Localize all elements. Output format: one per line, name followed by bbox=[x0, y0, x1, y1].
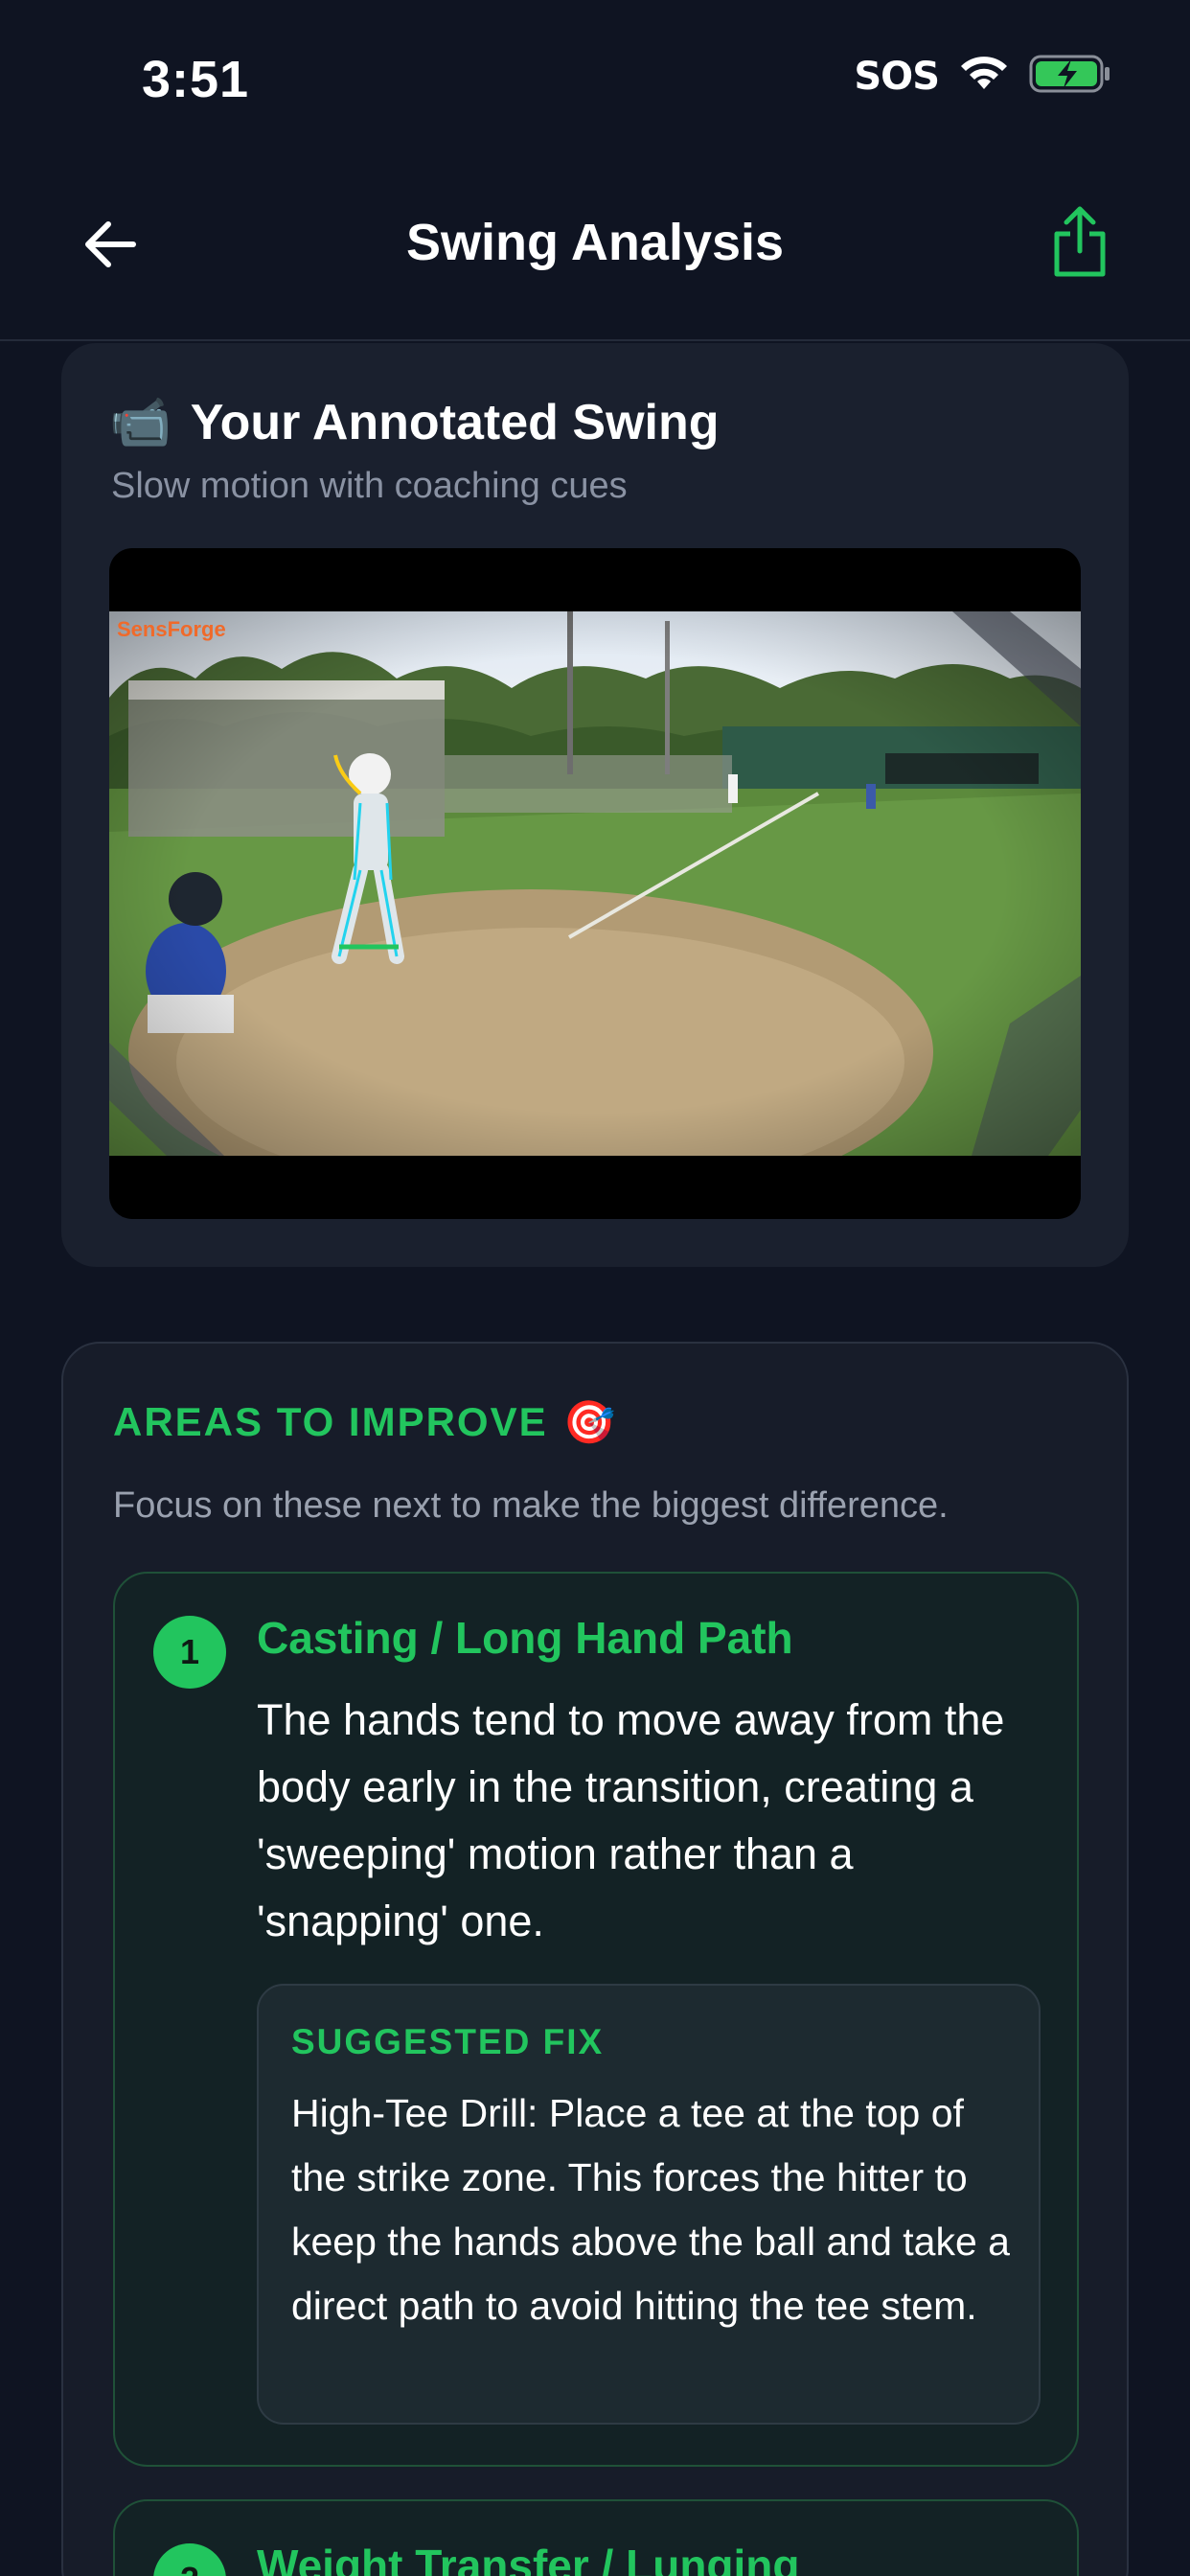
improvement-description: The hands tend to move away from the bod… bbox=[257, 1695, 1005, 1945]
improvement-number-badge: 1 bbox=[153, 1616, 226, 1689]
annotated-swing-header: 📹 Your Annotated Swing bbox=[109, 393, 720, 451]
areas-to-improve-subtitle: Focus on these next to make the biggest … bbox=[113, 1485, 949, 1526]
annotated-swing-card: 📹 Your Annotated Swing Slow motion with … bbox=[61, 343, 1129, 1267]
video-watermark: SensForge bbox=[117, 617, 226, 641]
page-title: Swing Analysis bbox=[405, 214, 785, 271]
areas-to-improve-card: AREAS TO IMPROVE 🎯 Focus on these next t… bbox=[61, 1342, 1129, 2576]
areas-to-improve-header: AREAS TO IMPROVE 🎯 bbox=[113, 1397, 615, 1447]
swing-video-player[interactable]: SensForge bbox=[109, 548, 1081, 1219]
status-indicators: SOS bbox=[854, 54, 1111, 99]
annotated-swing-title: Your Annotated Swing bbox=[190, 394, 720, 450]
improvement-item: 1 Casting / Long Hand Path The hands ten… bbox=[113, 1572, 1079, 2467]
share-icon bbox=[1054, 206, 1106, 277]
target-icon: 🎯 bbox=[562, 1398, 616, 1447]
suggested-fix-text: High-Tee Drill: Place a tee at the top o… bbox=[291, 2091, 1010, 2328]
swing-video-frame bbox=[109, 611, 1081, 1156]
suggested-fix-label: SUGGESTED FIX bbox=[291, 2022, 605, 2061]
improvement-title: Casting / Long Hand Path bbox=[257, 1613, 793, 1663]
improvement-title: Weight Transfer / Lunging bbox=[257, 2541, 800, 2576]
status-time: 3:51 bbox=[142, 51, 250, 108]
status-bar: 3:51 SOS bbox=[0, 0, 1190, 153]
areas-to-improve-title: AREAS TO IMPROVE bbox=[113, 1399, 548, 1444]
nav-bar: Swing Analysis bbox=[0, 153, 1190, 341]
battery-charging-icon bbox=[1029, 54, 1111, 99]
sos-indicator: SOS bbox=[854, 54, 940, 99]
video-camera-icon: 📹 bbox=[109, 394, 172, 451]
improvement-number-badge: 2 bbox=[153, 2543, 226, 2576]
suggested-fix-box: SUGGESTED FIX High-Tee Drill: Place a te… bbox=[257, 1984, 1041, 2425]
share-button[interactable] bbox=[1046, 201, 1113, 282]
wifi-icon bbox=[958, 55, 1010, 98]
improvement-item: 2 Weight Transfer / Lunging bbox=[113, 2499, 1079, 2576]
annotated-swing-subtitle: Slow motion with coaching cues bbox=[111, 466, 628, 506]
